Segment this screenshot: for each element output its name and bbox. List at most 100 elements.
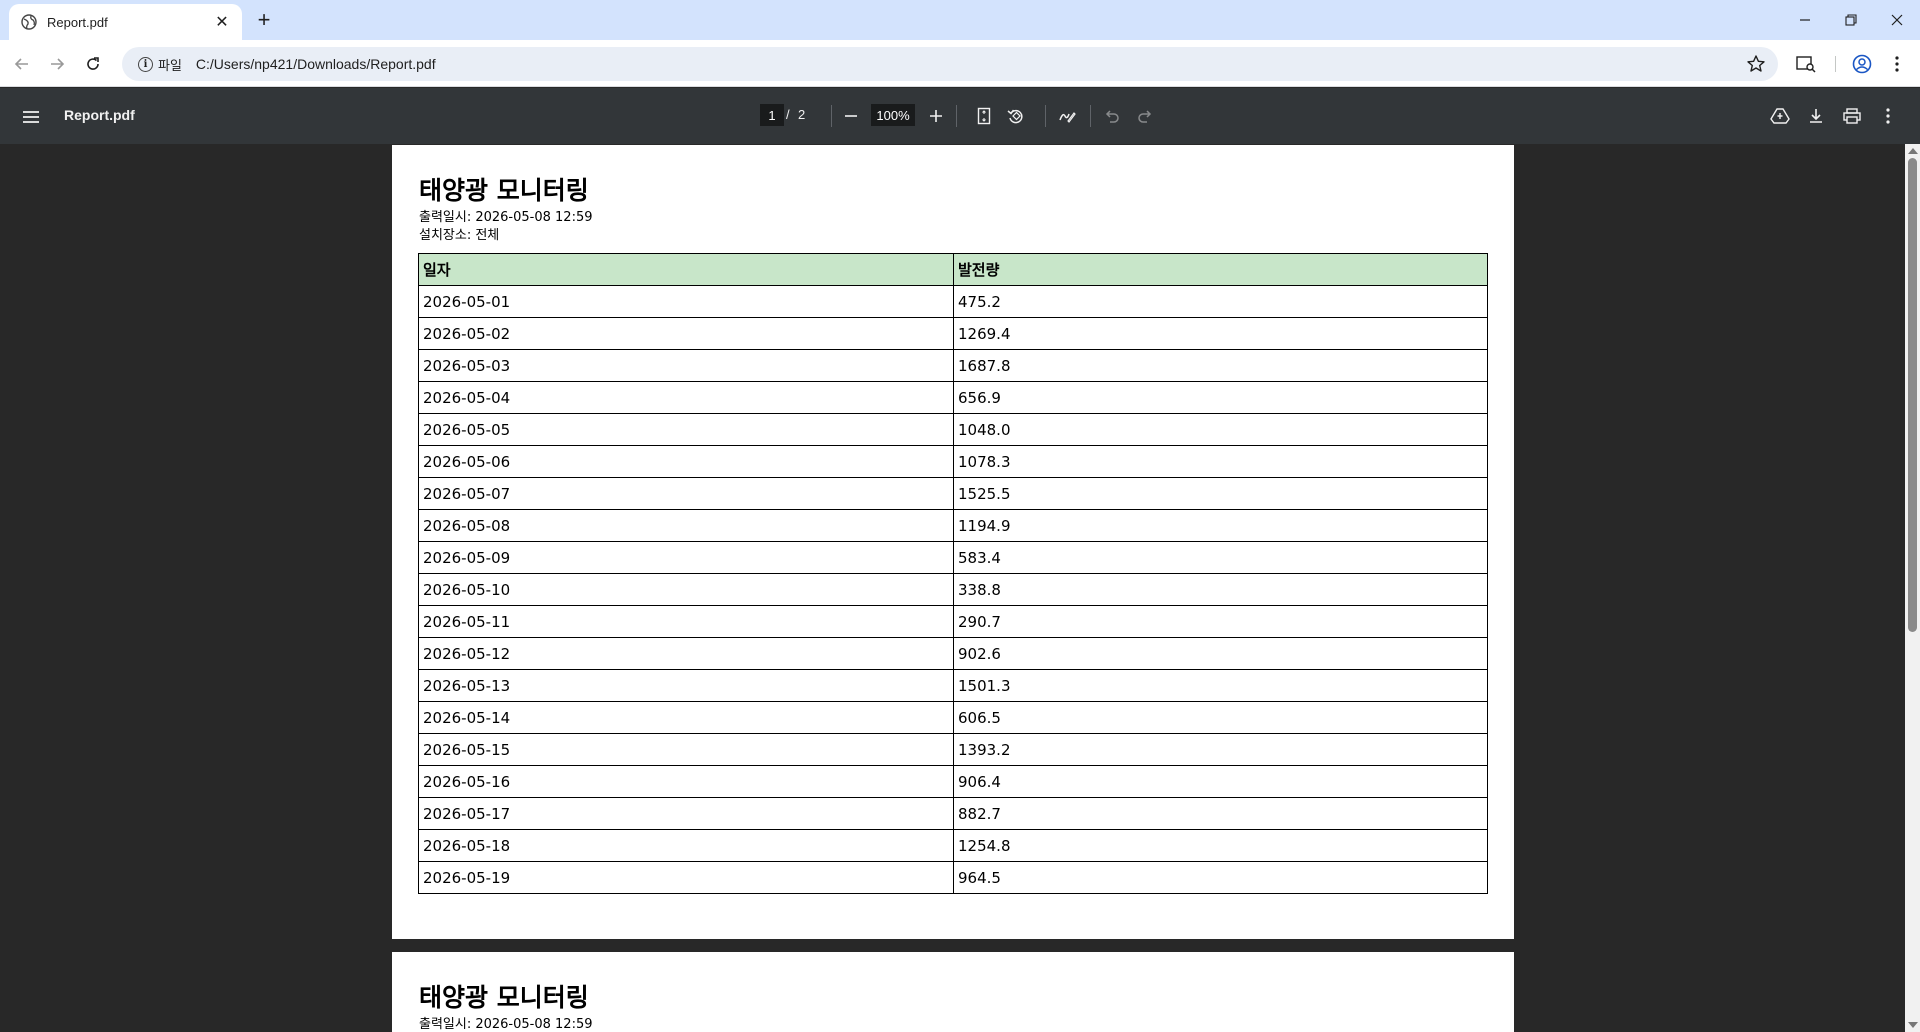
pdf-title: Report.pdf <box>64 107 135 123</box>
cell-generation: 902.6 <box>953 637 1488 670</box>
table-row: 2026-05-19 964.5 <box>418 861 1488 894</box>
globe-icon <box>21 14 37 30</box>
cell-date: 2026-05-11 <box>418 605 954 638</box>
cell-generation: 290.7 <box>953 605 1488 638</box>
table-row: 2026-05-11 290.7 <box>418 605 1488 638</box>
redo-icon[interactable] <box>1131 102 1159 130</box>
address-bar[interactable]: i 파일 C:/Users/np421/Downloads/Report.pdf <box>122 47 1778 81</box>
printed-at: 출력일시: 2026-05-08 12:59 <box>419 210 593 225</box>
tab-title: Report.pdf <box>47 14 108 30</box>
cell-generation: 475.2 <box>953 285 1488 318</box>
zoom-input[interactable]: 100% <box>871 104 915 126</box>
table-row: 2026-05-13 1501.3 <box>418 669 1488 702</box>
cell-date: 2026-05-06 <box>418 445 954 478</box>
browser-tab[interactable]: Report.pdf ✕ <box>9 4 242 40</box>
tab-close-icon[interactable]: ✕ <box>212 12 232 32</box>
cell-generation: 1269.4 <box>953 317 1488 350</box>
cell-date: 2026-05-15 <box>418 733 954 766</box>
cell-generation: 1525.5 <box>953 477 1488 510</box>
printed-at: 출력일시: 2026-05-08 12:59 <box>419 1017 593 1032</box>
scroll-up-arrow-icon[interactable] <box>1908 148 1918 154</box>
new-tab-button[interactable]: + <box>252 8 276 32</box>
rotate-icon[interactable] <box>1002 102 1030 130</box>
cell-generation: 1254.8 <box>953 829 1488 862</box>
table-row: 2026-05-12 902.6 <box>418 637 1488 670</box>
table-row: 2026-05-08 1194.9 <box>418 509 1488 542</box>
reload-icon[interactable] <box>79 50 107 78</box>
generation-table: 일자 발전량 2026-05-01 475.2 2026-05-02 1269.4 20… <box>418 253 1488 894</box>
pdf-toolbar: Report.pdf 1 / 2 100% <box>0 88 1920 144</box>
table-row: 2026-05-18 1254.8 <box>418 829 1488 862</box>
cell-date: 2026-05-14 <box>418 701 954 734</box>
toolbar-divider <box>831 105 832 127</box>
undo-icon[interactable] <box>1098 102 1126 130</box>
page-number-input[interactable]: 1 <box>760 104 784 126</box>
table-row: 2026-05-01 475.2 <box>418 285 1488 318</box>
table-row: 2026-05-15 1393.2 <box>418 733 1488 766</box>
bookmark-star-icon[interactable] <box>1746 54 1766 74</box>
column-header-date: 일자 <box>418 253 954 286</box>
cell-generation: 1393.2 <box>953 733 1488 766</box>
minimize-icon[interactable] <box>1782 0 1828 40</box>
table-row: 2026-05-02 1269.4 <box>418 317 1488 350</box>
zoom-out-icon[interactable] <box>837 102 865 130</box>
toolbar-divider <box>956 105 957 127</box>
cell-date: 2026-05-07 <box>418 477 954 510</box>
cell-date: 2026-05-16 <box>418 765 954 798</box>
browser-menu-icon[interactable] <box>1883 50 1911 78</box>
site-info-chip[interactable]: i 파일 <box>130 51 190 77</box>
cell-date: 2026-05-17 <box>418 797 954 830</box>
url-text: C:/Users/np421/Downloads/Report.pdf <box>195 56 436 72</box>
zoom-in-icon[interactable] <box>922 102 950 130</box>
pdf-viewer[interactable]: 태양광 모니터링 출력일시: 2026-05-08 12:59 설치장소: 전체… <box>0 144 1920 1032</box>
toolbar-divider <box>1045 105 1046 127</box>
cell-date: 2026-05-19 <box>418 861 954 894</box>
table-row: 2026-05-04 656.9 <box>418 381 1488 414</box>
profile-icon[interactable] <box>1848 50 1876 78</box>
back-arrow-icon[interactable] <box>8 50 36 78</box>
table-row: 2026-05-17 882.7 <box>418 797 1488 830</box>
table-row: 2026-05-14 606.5 <box>418 701 1488 734</box>
toolbar-divider <box>1090 105 1091 127</box>
forward-arrow-icon[interactable] <box>43 50 71 78</box>
restore-icon[interactable] <box>1828 0 1874 40</box>
cell-date: 2026-05-18 <box>418 829 954 862</box>
annotate-pen-icon[interactable] <box>1053 102 1081 130</box>
tab-search-icon[interactable] <box>1792 50 1820 78</box>
cell-generation: 583.4 <box>953 541 1488 574</box>
cell-generation: 906.4 <box>953 765 1488 798</box>
scrollbar-thumb[interactable] <box>1908 158 1917 632</box>
cell-generation: 1078.3 <box>953 445 1488 478</box>
table-body: 2026-05-01 475.2 2026-05-02 1269.4 2026-05-0… <box>418 285 1488 894</box>
print-icon[interactable] <box>1838 102 1866 130</box>
cell-generation: 338.8 <box>953 573 1488 606</box>
table-row: 2026-05-10 338.8 <box>418 573 1488 606</box>
download-icon[interactable] <box>1802 102 1830 130</box>
scrollbar[interactable] <box>1905 144 1920 1032</box>
table-row: 2026-05-09 583.4 <box>418 541 1488 574</box>
table-row: 2026-05-16 906.4 <box>418 765 1488 798</box>
page-total: 2 <box>798 107 806 122</box>
cell-date: 2026-05-12 <box>418 637 954 670</box>
cell-generation: 964.5 <box>953 861 1488 894</box>
table-row: 2026-05-06 1078.3 <box>418 445 1488 478</box>
fit-page-icon[interactable] <box>970 102 998 130</box>
report-title: 태양광 모니터링 <box>419 983 589 1012</box>
more-options-icon[interactable] <box>1874 102 1902 130</box>
hamburger-menu-icon[interactable] <box>18 104 44 130</box>
cell-date: 2026-05-01 <box>418 285 954 318</box>
column-header-generation: 발전량 <box>953 253 1488 286</box>
report-title: 태양광 모니터링 <box>419 176 589 205</box>
window-close-icon[interactable] <box>1874 0 1920 40</box>
scroll-down-arrow-icon[interactable] <box>1908 1022 1918 1028</box>
drive-save-icon[interactable] <box>1766 102 1794 130</box>
table-row: 2026-05-03 1687.8 <box>418 349 1488 382</box>
pdf-page-2: 태양광 모니터링 출력일시: 2026-05-08 12:59 <box>392 952 1514 1032</box>
page-separator: / <box>786 107 790 122</box>
cell-date: 2026-05-02 <box>418 317 954 350</box>
cell-date: 2026-05-05 <box>418 413 954 446</box>
cell-generation: 1194.9 <box>953 509 1488 542</box>
cell-date: 2026-05-08 <box>418 509 954 542</box>
cell-date: 2026-05-03 <box>418 349 954 382</box>
cell-date: 2026-05-13 <box>418 669 954 702</box>
